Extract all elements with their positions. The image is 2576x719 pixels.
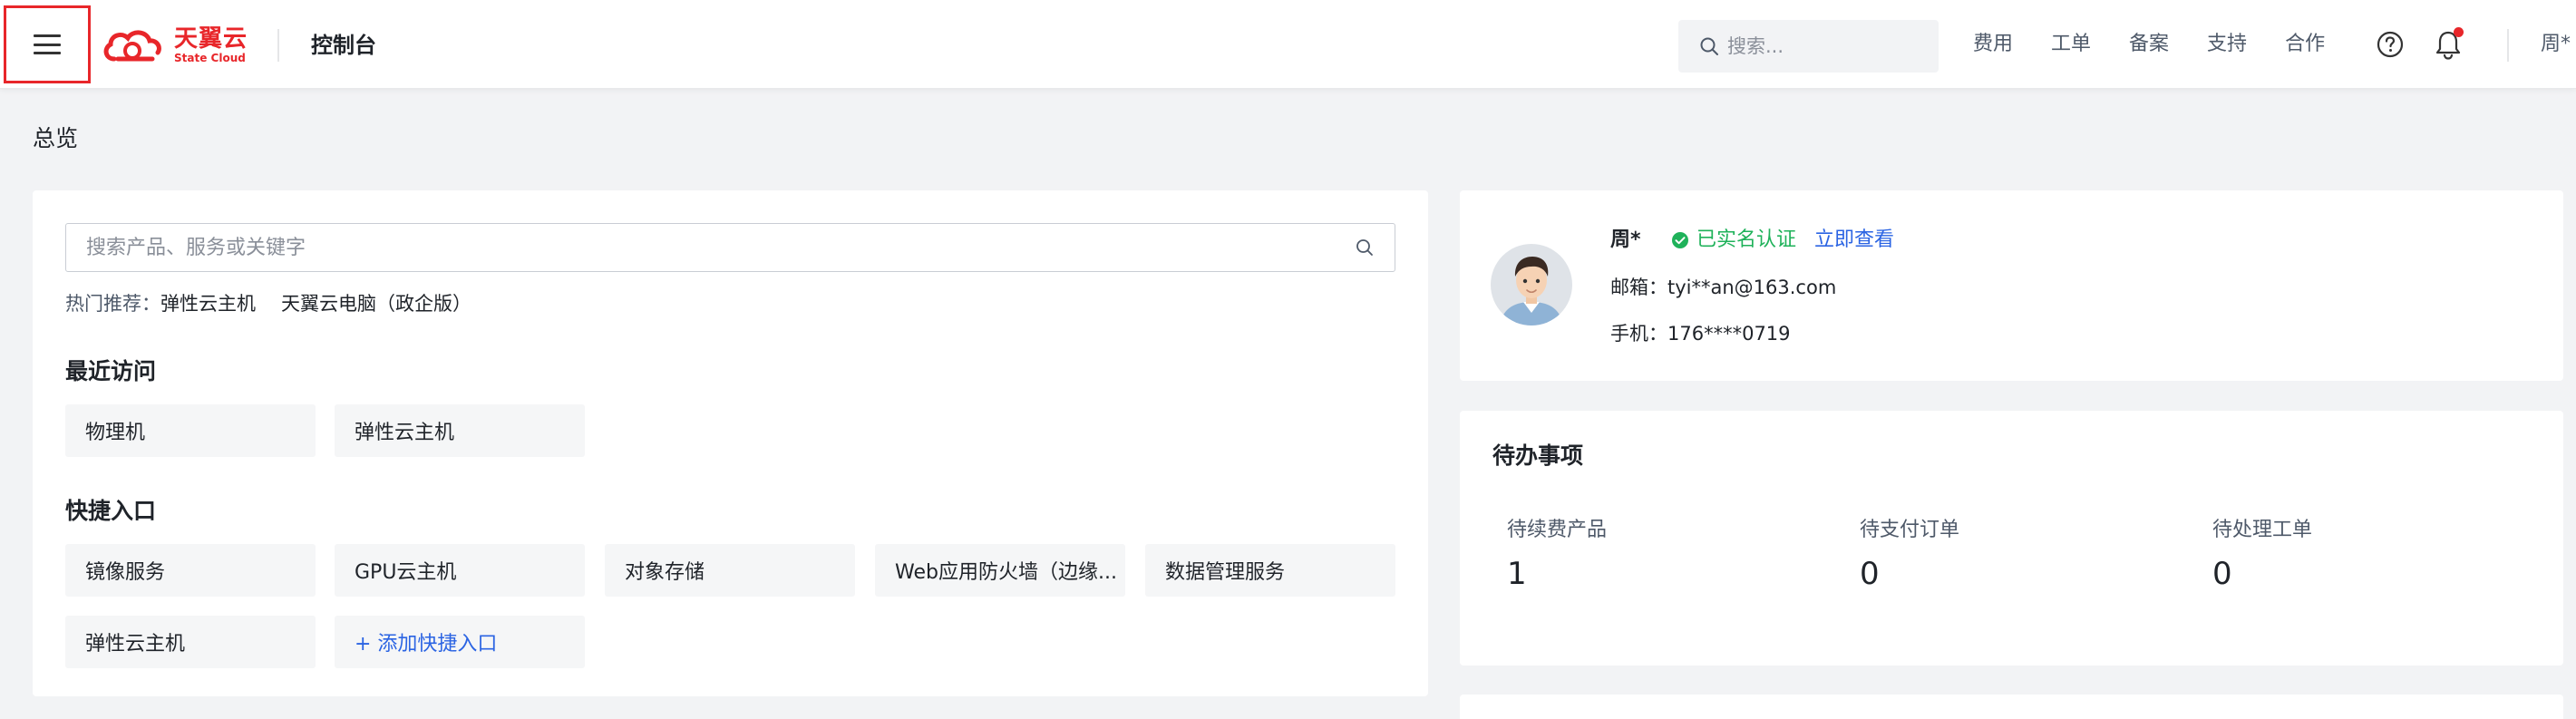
todo-item-tickets[interactable]: 待处理工单 0 [2212,516,2312,594]
nav-partner[interactable]: 合作 [2285,29,2325,60]
top-nav: 费用 工单 备案 支持 合作 [1973,29,2363,60]
nav-tickets[interactable]: 工单 [2051,29,2091,60]
verified-label: 已实名认证 [1696,228,1797,251]
product-search-card: 热门推荐： 弹性云主机 天翼云电脑（政企版） 最近访问 物理机 弹性云主机 快捷… [33,190,1428,696]
logo[interactable]: 天翼云 State Cloud [100,24,254,67]
recent-item[interactable]: 物理机 [65,404,316,457]
recent-title: 最近访问 [65,358,157,384]
global-search[interactable] [1678,20,1939,73]
todo-count[interactable]: 1 [1507,554,1607,594]
help-icon[interactable] [2376,30,2405,59]
shortcut-item[interactable]: 数据管理服务 [1145,544,1395,597]
profile-email: 邮箱：tyi**an@163.com [1610,277,1837,298]
shortcut-item[interactable]: 对象存储 [605,544,855,597]
recent-item[interactable]: 弹性云主机 [335,404,585,457]
logo-text-cn: 天翼云 [174,25,248,53]
todo-item-orders[interactable]: 待支付订单 0 [1860,516,1959,594]
notification-dot [2454,27,2464,37]
todo-count[interactable]: 0 [2212,554,2312,594]
header-divider [277,29,279,62]
global-search-input[interactable] [1727,35,1927,57]
profile-phone: 手机：176****0719 [1610,323,1791,345]
todo-label: 待处理工单 [2212,519,2313,541]
hot-label: 热门推荐： [65,293,160,315]
shortcut-item[interactable]: Web应用防火墙（边缘... [875,544,1125,597]
todo-label: 待续费产品 [1507,519,1608,541]
shortcut-item[interactable]: 镜像服务 [65,544,316,597]
check-circle-icon [1672,232,1688,248]
bottom-card [1460,695,2563,719]
search-icon [1700,37,1718,55]
hot-link[interactable]: 弹性云主机 [160,290,256,317]
todo-card: 待办事项 待续费产品 1 待支付订单 0 待处理工单 0 [1460,411,2563,666]
user-menu[interactable]: 周* [2541,29,2571,60]
nav-support[interactable]: 支持 [2207,29,2247,60]
hot-recommendations: 热门推荐： 弹性云主机 天翼云电脑（政企版） [65,290,497,317]
verification-status: 已实名认证 立即查看 [1671,225,1894,256]
hot-link[interactable]: 天翼云电脑（政企版） [281,290,471,317]
search-icon[interactable] [1355,238,1375,257]
logo-text-en: State Cloud [174,52,246,64]
page-title: 总览 [33,125,79,151]
view-verification-link[interactable]: 立即查看 [1814,225,1894,256]
product-search[interactable] [65,223,1395,272]
nav-filing[interactable]: 备案 [2129,29,2169,60]
menu-button[interactable] [4,5,91,83]
shortcut-item[interactable]: 弹性云主机 [65,616,316,668]
console-title[interactable]: 控制台 [311,30,376,61]
profile-card: 周* 已实名认证 立即查看 邮箱：tyi**an@163.com 手机：176*… [1460,190,2563,381]
todo-title: 待办事项 [1492,442,1584,469]
profile-name: 周* [1610,228,1641,251]
hamburger-icon [34,34,61,54]
header-divider-right [2507,29,2509,62]
add-shortcut-button[interactable]: + 添加快捷入口 [335,616,585,668]
todo-count[interactable]: 0 [1860,554,1959,594]
todo-item-renewal[interactable]: 待续费产品 1 [1507,516,1607,594]
product-search-input[interactable] [86,236,1355,259]
shortcut-item[interactable]: GPU云主机 [335,544,585,597]
todo-label: 待支付订单 [1860,519,1960,541]
cloud-logo-icon [103,30,161,62]
top-bar: 天翼云 State Cloud 控制台 费用 工单 备案 支持 合作 周* [0,0,2576,89]
nav-billing[interactable]: 费用 [1973,29,2013,60]
shortcuts-title: 快捷入口 [65,498,157,524]
avatar[interactable] [1491,244,1572,325]
